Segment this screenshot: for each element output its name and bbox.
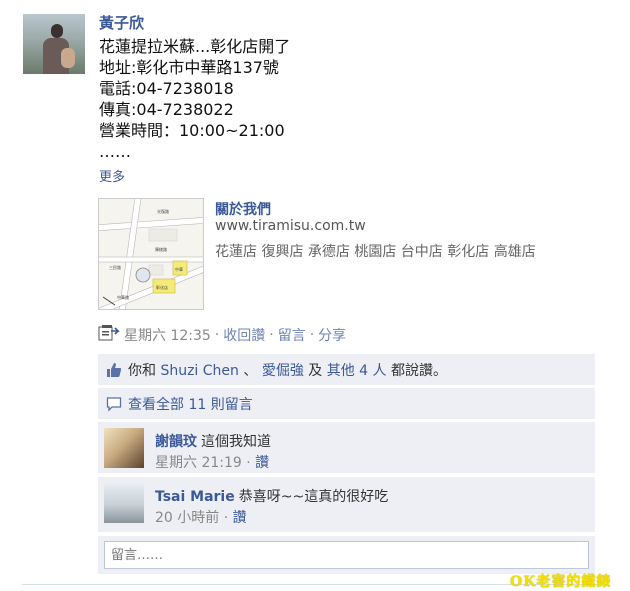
comment-item: Tsai Marie 恭喜呀~~這真的很好吃 20 小時前 · 讚 [98,477,595,532]
meta-separator: · [309,327,315,343]
map-label-road: 陳稜路 [155,246,167,252]
post-line: 營業時間：10:00~21:00 [99,121,285,140]
comment-link[interactable]: 留言 [278,325,306,345]
map-label-store: 彰化店 [156,284,168,290]
comment-text: 恭喜呀~~這真的很好吃 [238,489,389,505]
commenter-name[interactable]: 謝韻玟 [155,434,197,450]
post-timestamp[interactable]: 星期六 12:35 [124,325,211,345]
watermark-text: OK老害的鐵錶 [510,574,612,590]
see-more-link[interactable]: 更多 [99,166,125,185]
link-url: www.tiramisu.com.tw [215,218,366,234]
comment-timestamp[interactable]: 20 小時前 [155,510,219,526]
post-line: 花蓮提拉米蘇...彰化店開了 [99,37,291,56]
comment-input[interactable] [104,541,589,569]
likes-suffix: 都說讚。 [391,362,447,379]
comment-like-link[interactable]: 讚 [255,455,269,471]
avatar-figure-child [61,48,75,68]
map-label-road: 中華路 [117,294,129,300]
likes-you: 你和 [128,362,156,379]
view-all-comments-bar[interactable]: 查看全部 11 則留言 [98,388,595,419]
post-line: …… [99,142,131,161]
commenter-avatar[interactable] [104,483,144,523]
unlike-link[interactable]: 收回讚 [223,325,265,345]
link-thumbnail-map[interactable]: 光復路 陳稜路 三民路 中華路 彰化店 中華 [98,198,204,310]
thumbs-up-icon [106,362,122,378]
post-line: 地址:彰化市中華路137號 [99,58,279,77]
post-meta: 星期六 12:35 · 收回讚 · 留言 · 分享 [98,324,346,346]
commenter-name[interactable]: Tsai Marie [155,489,235,505]
liker-link[interactable]: 愛倔強 [262,363,304,379]
liker-link[interactable]: Shuzi Chen [160,363,238,379]
view-all-comments-link[interactable]: 查看全部 11 則留言 [128,394,253,414]
share-post-icon [98,324,120,346]
likes-and: 及 [308,362,323,379]
map-graphic: 光復路 陳稜路 三民路 中華路 彰化店 中華 [99,199,203,309]
post-author[interactable]: 黃子欣 [99,12,144,33]
comment-timestamp[interactable]: 星期六 21:19 [155,455,242,471]
meta-separator: · [269,327,274,343]
post-message: 花蓮提拉米蘇...彰化店開了 地址:彰化市中華路137號 電話:04-72380… [99,36,419,162]
avatar-figure-head [51,24,63,38]
meta-separator: · [246,455,251,471]
comment-bubble-icon [106,396,122,412]
share-link[interactable]: 分享 [318,325,346,345]
comment-text: 這個我知道 [201,434,271,450]
author-avatar[interactable] [23,14,85,74]
likes-bar: 你和 Shuzi Chen 、 愛倔強 及 其他 4 人 都說讚。 [98,354,595,385]
comment-item: 謝韻玟 這個我知道 星期六 21:19 · 讚 [98,422,595,473]
likes-summary: 你和 Shuzi Chen 、 愛倔強 及 其他 4 人 都說讚。 [128,360,447,380]
commenter-avatar[interactable] [104,428,144,468]
post-line: 傳真:04-7238022 [99,100,234,119]
meta-separator: · [214,327,220,343]
link-description: 花蓮店 復興店 承德店 桃園店 台中店 彰化店 高雄店 [215,244,536,260]
post-line: 電話:04-7238018 [99,79,234,98]
map-label-road: 中華 [175,266,183,272]
map-label-road: 三民路 [109,264,121,270]
link-title[interactable]: 關於我們 [215,199,271,219]
likes-separator: 、 [243,362,258,379]
write-comment-area [98,536,595,574]
comment-like-link[interactable]: 讚 [233,510,247,526]
meta-separator: · [223,510,229,526]
map-label-road: 光復路 [157,208,169,214]
likes-others-link[interactable]: 其他 4 人 [327,363,387,379]
